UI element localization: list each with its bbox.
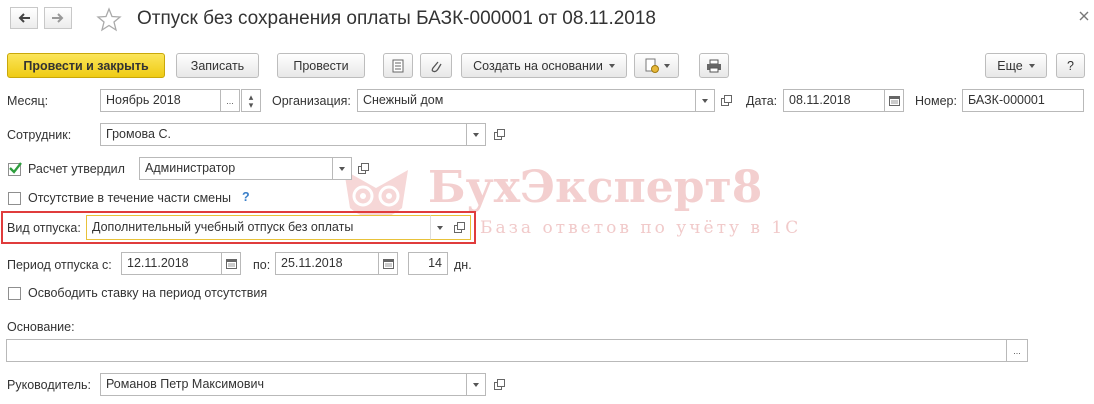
create-based-on-label: Создать на основании	[473, 58, 603, 73]
leave-type-field[interactable]: Дополнительный учебный отпуск без оплаты	[86, 215, 431, 240]
checkmark-icon	[9, 162, 22, 174]
page-title: Отпуск без сохранения оплаты БАЗК-000001…	[137, 8, 656, 29]
release-rate-checkbox[interactable]	[8, 287, 21, 300]
arrow-right-icon	[52, 13, 64, 23]
basis-field[interactable]	[6, 339, 1007, 362]
manager-label: Руководитель:	[7, 378, 92, 392]
date-calendar-button[interactable]	[884, 89, 904, 112]
leave-type-label: Вид отпуска:	[7, 221, 81, 235]
leave-type-dropdown-button[interactable]	[430, 215, 450, 240]
open-window-icon	[454, 222, 465, 233]
calendar-icon	[225, 259, 237, 269]
calendar-icon	[888, 96, 900, 106]
forward-button[interactable]	[44, 7, 72, 29]
basis-label: Основание:	[7, 320, 75, 334]
chevron-down-icon: ▾	[248, 99, 254, 110]
calendar-icon	[382, 259, 394, 269]
printer-icon	[707, 59, 721, 72]
month-spinner[interactable]: ▴ ▾	[241, 89, 261, 112]
post-and-close-button[interactable]: Провести и закрыть	[7, 53, 165, 78]
watermark-brand: БухЭксперт8	[428, 162, 763, 213]
manager-open-button[interactable]	[489, 374, 509, 395]
star-icon[interactable]	[96, 6, 122, 32]
open-window-icon	[357, 163, 369, 174]
watermark-tagline: База ответов по учёту в 1С	[480, 218, 802, 238]
date-field[interactable]: 08.11.2018	[783, 89, 885, 112]
basis-select-button[interactable]: ...	[1006, 339, 1028, 362]
attach-button[interactable]	[420, 53, 452, 78]
help-link[interactable]: ?	[242, 190, 250, 204]
month-select-button[interactable]: ...	[220, 89, 240, 112]
create-based-on-button[interactable]: Создать на основании	[461, 53, 627, 78]
leave-type-open-button[interactable]	[449, 215, 471, 240]
chevron-down-icon	[702, 98, 708, 103]
document-icon	[392, 59, 404, 72]
open-window-icon	[493, 129, 505, 140]
organization-field[interactable]: Снежный дом	[357, 89, 696, 112]
paperclip-icon	[431, 61, 442, 72]
organization-open-button[interactable]	[716, 90, 736, 111]
print-button[interactable]	[699, 53, 729, 78]
chevron-down-icon	[473, 132, 479, 137]
close-icon[interactable]	[1078, 10, 1090, 22]
print-forms-button[interactable]	[634, 53, 679, 78]
approver-dropdown-button[interactable]	[332, 157, 352, 180]
days-unit-label: дн.	[454, 258, 472, 272]
month-field[interactable]: Ноябрь 2018	[100, 89, 221, 112]
period-to-field[interactable]: 25.11.2018	[275, 252, 379, 275]
chevron-down-icon	[437, 225, 443, 230]
manager-dropdown-button[interactable]	[466, 373, 486, 396]
chevron-down-icon	[1028, 63, 1035, 68]
partial-shift-checkbox[interactable]	[8, 192, 21, 205]
open-window-icon	[493, 379, 505, 390]
post-button[interactable]: Провести	[277, 53, 365, 78]
date-label: Дата:	[746, 94, 778, 108]
period-from-field[interactable]: 12.11.2018	[121, 252, 222, 275]
more-label: Еще	[997, 58, 1023, 73]
organization-dropdown-button[interactable]	[695, 89, 715, 112]
open-window-icon	[720, 95, 732, 106]
manager-field[interactable]: Романов Петр Максимович	[100, 373, 467, 396]
more-button[interactable]: Еще	[985, 53, 1047, 78]
days-field[interactable]: 14	[408, 252, 448, 275]
employee-field[interactable]: Громова С.	[100, 123, 467, 146]
organization-label: Организация:	[272, 94, 351, 108]
approver-open-button[interactable]	[353, 158, 373, 179]
period-to-calendar-button[interactable]	[378, 252, 398, 275]
document-gear-icon	[645, 58, 659, 73]
chevron-down-icon	[473, 382, 479, 387]
save-button[interactable]: Записать	[176, 53, 259, 78]
release-rate-label: Освободить ставку на период отсутствия	[28, 286, 268, 300]
document-list-button[interactable]	[383, 53, 413, 78]
approver-field[interactable]: Администратор	[139, 157, 333, 180]
chevron-down-icon	[608, 63, 615, 68]
period-from-calendar-button[interactable]	[221, 252, 241, 275]
help-button[interactable]: ?	[1056, 53, 1085, 78]
chevron-down-icon	[663, 63, 670, 68]
approved-checkbox[interactable]	[8, 162, 22, 176]
employee-open-button[interactable]	[489, 124, 509, 145]
back-button[interactable]	[10, 7, 38, 29]
employee-dropdown-button[interactable]	[466, 123, 486, 146]
chevron-down-icon	[339, 166, 345, 171]
month-label: Месяц:	[7, 94, 49, 108]
employee-label: Сотрудник:	[7, 128, 72, 142]
number-field[interactable]: БАЗК-000001	[962, 89, 1084, 112]
approved-label: Расчет утвердил	[28, 162, 125, 176]
arrow-left-icon	[18, 13, 30, 23]
period-label: Период отпуска с:	[7, 258, 112, 272]
partial-shift-label: Отсутствие в течение части смены	[28, 191, 232, 205]
period-to-label: по:	[253, 258, 271, 272]
number-label: Номер:	[915, 94, 957, 108]
